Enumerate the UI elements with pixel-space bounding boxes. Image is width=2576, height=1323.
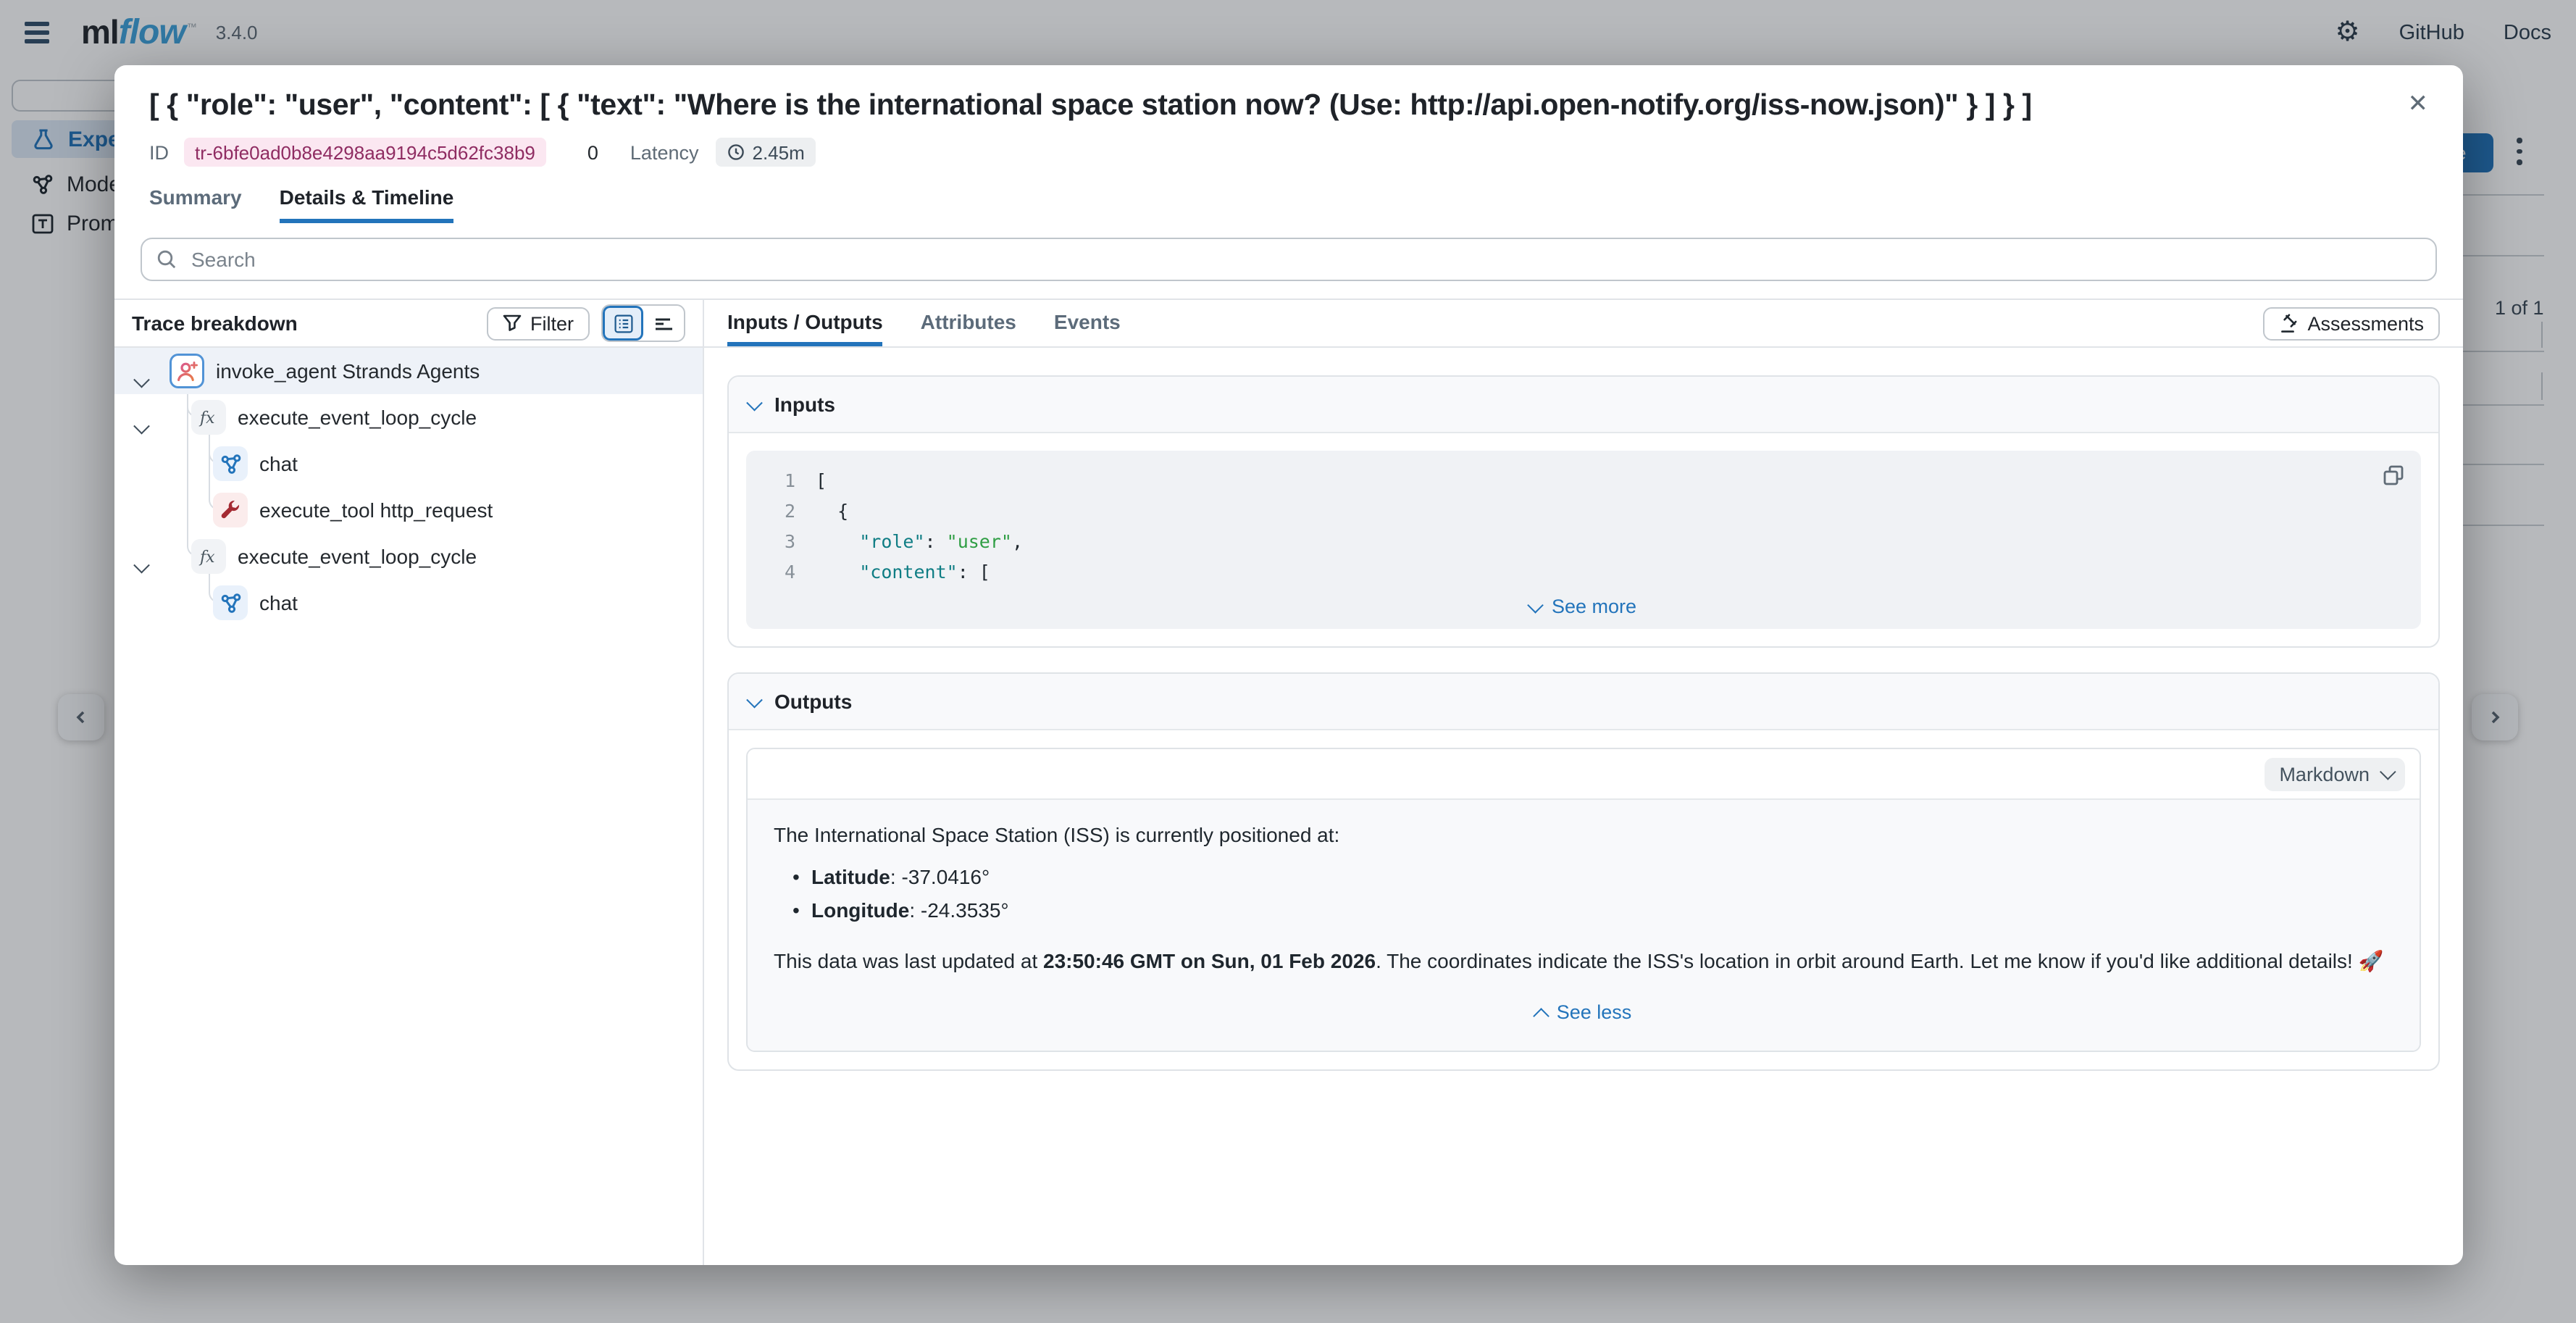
trace-span-label: execute_event_loop_cycle xyxy=(238,406,477,429)
detail-tabs: Inputs / Outputs Attributes Events xyxy=(727,300,2262,346)
see-more-link[interactable]: See more xyxy=(746,596,2421,617)
chevron-down-icon[interactable] xyxy=(136,412,147,438)
inputs-section-header[interactable]: Inputs xyxy=(729,377,2438,433)
filter-button[interactable]: Filter xyxy=(487,306,590,340)
close-icon[interactable]: ✕ xyxy=(2408,91,2429,116)
trace-tree-row[interactable]: fx execute_event_loop_cycle xyxy=(114,394,703,441)
trace-count: 0 xyxy=(587,141,598,163)
trace-title: [ { "role": "user", "content": [ { "text… xyxy=(149,88,2428,123)
coordinates-list: Latitude: -37.0416° Longitude: -24.3535° xyxy=(774,864,2393,925)
trace-tree: invoke_agent Strands Agents fx execute_eve… xyxy=(114,348,703,1265)
see-less-link[interactable]: See less xyxy=(774,998,2393,1027)
chevron-down-icon[interactable] xyxy=(136,365,147,391)
markdown-content: The International Space Station (ISS) is… xyxy=(748,800,2420,1051)
latency-value: 2.45m xyxy=(753,141,805,163)
trace-tree-row[interactable]: chat xyxy=(114,580,703,626)
modal-tabs: Summary Details & Timeline xyxy=(149,180,2428,223)
list-item: Longitude: -24.3535° xyxy=(811,897,2393,925)
view-toggle xyxy=(601,304,685,342)
span-detail-pane: Inputs / Outputs Attributes Events Asses… xyxy=(704,300,2463,1265)
trace-tree-row[interactable]: fx execute_event_loop_cycle xyxy=(114,533,703,580)
tree-view-button[interactable] xyxy=(603,306,643,341)
renderer-label: Markdown xyxy=(2279,763,2370,785)
id-label: ID xyxy=(149,141,169,163)
tab-events[interactable]: Events xyxy=(1054,300,1121,346)
agent-icon xyxy=(170,354,204,388)
inputs-title: Inputs xyxy=(774,393,835,416)
trace-span-label: invoke_agent Strands Agents xyxy=(216,359,480,383)
chevron-down-icon xyxy=(1529,597,1544,612)
tab-attributes[interactable]: Attributes xyxy=(921,300,1016,346)
output-footer: This data was last updated at 23:50:46 G… xyxy=(774,946,2393,975)
see-less-label: See less xyxy=(1557,998,1632,1027)
inputs-section: Inputs 1[2 {3 "role": "user",4 "content"… xyxy=(727,375,2440,648)
trace-span-label: chat xyxy=(259,452,298,475)
search-icon xyxy=(156,249,177,270)
chevron-up-icon xyxy=(1534,1009,1549,1024)
chevron-down-icon[interactable] xyxy=(136,551,147,577)
function-icon: fx xyxy=(191,539,226,574)
trace-breakdown-title: Trace breakdown xyxy=(132,312,475,335)
assessments-button[interactable]: Assessments xyxy=(2262,306,2440,340)
code-line: 2 { xyxy=(746,496,2421,526)
trace-tree-row[interactable]: execute_tool http_request xyxy=(114,487,703,533)
trace-tree-row[interactable]: invoke_agent Strands Agents xyxy=(114,348,703,394)
filter-label: Filter xyxy=(530,312,574,334)
svg-text:fx: fx xyxy=(198,548,215,567)
function-icon: fx xyxy=(191,400,226,435)
tab-details-timeline[interactable]: Details & Timeline xyxy=(280,180,454,223)
trace-span-label: execute_tool http_request xyxy=(259,498,493,522)
search-input[interactable] xyxy=(188,246,2421,272)
code-line: 1[ xyxy=(746,465,2421,496)
list-view-icon xyxy=(614,314,632,333)
page: mlflow™ 3.4.0 ⚙ GitHub Docs Experiments … xyxy=(0,0,2576,1323)
chevron-down-icon xyxy=(749,685,760,711)
outputs-section: Outputs Markdown xyxy=(727,672,2440,1071)
copy-icon[interactable] xyxy=(2383,465,2404,485)
chevron-down-icon xyxy=(749,388,760,414)
list-item: Latitude: -37.0416° xyxy=(811,864,2393,891)
wrench-icon xyxy=(213,493,248,527)
chat-model-icon xyxy=(213,585,248,620)
trace-span-label: chat xyxy=(259,591,298,614)
latency-label: Latency xyxy=(630,141,699,163)
code-line: 3 "role": "user", xyxy=(746,526,2421,556)
trace-id-badge[interactable]: tr-6bfe0ad0b8e4298aa9194c5d62fc38b9 xyxy=(183,138,547,167)
outputs-viewer: Markdown The International Space Station… xyxy=(746,748,2421,1052)
tab-summary[interactable]: Summary xyxy=(149,180,242,223)
clock-icon xyxy=(728,143,745,161)
trace-search xyxy=(141,238,2437,281)
gavel-icon xyxy=(2278,313,2299,333)
trace-breakdown-pane: Trace breakdown Filter invoke_ag xyxy=(114,300,704,1265)
timeline-view-button[interactable] xyxy=(643,306,684,341)
tab-inputs-outputs[interactable]: Inputs / Outputs xyxy=(727,300,883,346)
outputs-title: Outputs xyxy=(774,690,852,713)
filter-funnel-icon xyxy=(503,314,522,332)
svg-text:fx: fx xyxy=(198,409,215,427)
outputs-section-header[interactable]: Outputs xyxy=(729,674,2438,730)
latency-badge: 2.45m xyxy=(716,138,816,167)
see-more-label: See more xyxy=(1552,596,1636,617)
trace-tree-row[interactable]: chat xyxy=(114,441,703,487)
inputs-code-block: 1[2 {3 "role": "user",4 "content": [ See… xyxy=(746,451,2421,629)
trace-detail-modal: [ { "role": "user", "content": [ { "text… xyxy=(114,65,2463,1265)
code-line: 4 "content": [ xyxy=(746,556,2421,587)
renderer-dropdown[interactable]: Markdown xyxy=(2265,757,2405,790)
gantt-view-icon xyxy=(653,314,674,333)
chevron-down-icon xyxy=(2380,764,2395,780)
output-intro: The International Space Station (ISS) is… xyxy=(774,820,2393,849)
assessments-label: Assessments xyxy=(2307,312,2424,334)
trace-span-label: execute_event_loop_cycle xyxy=(238,545,477,568)
chat-model-icon xyxy=(213,446,248,481)
